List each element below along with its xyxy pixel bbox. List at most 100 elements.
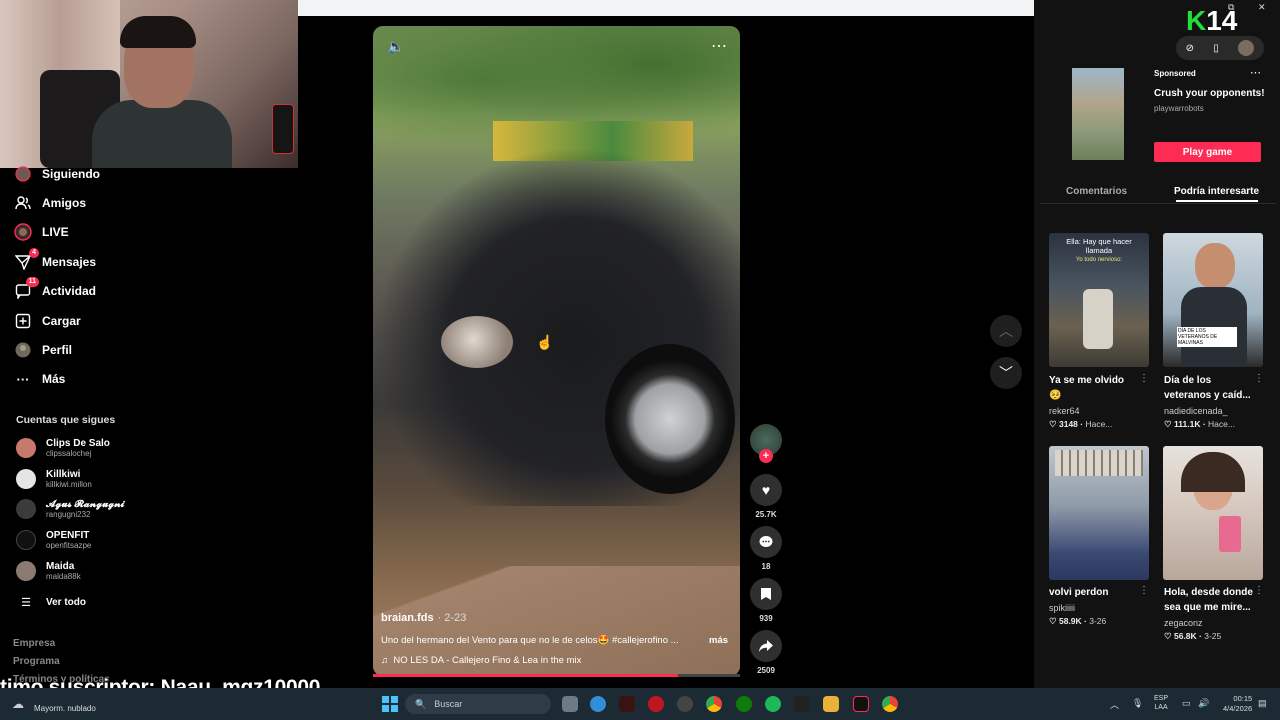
chrome-icon[interactable] <box>706 696 722 712</box>
account-name: 𝓐𝓰𝓾𝓼 𝓡𝓪𝓷𝓰𝓾𝓰𝓷𝓲 <box>46 499 125 510</box>
close-window-icon[interactable]: ✕ <box>1258 2 1266 13</box>
video-progress-bar[interactable] <box>373 674 740 677</box>
microphone-icon[interactable]: 🎙 <box>1132 698 1143 709</box>
capcut-icon[interactable] <box>794 696 810 712</box>
followed-account[interactable]: Maida malda88k <box>16 557 81 585</box>
tab-suggested[interactable]: Podría interesarte <box>1174 186 1259 197</box>
compass-icon[interactable]: ⊘ <box>1186 43 1194 54</box>
file-explorer-icon[interactable] <box>823 696 839 712</box>
taskbar-search[interactable]: 🔍 Buscar <box>405 694 551 714</box>
sidebar-item-upload[interactable]: Cargar <box>14 310 81 332</box>
suggested-thumbnail[interactable]: Ella: Hay que hacer llamada Yo todo nerv… <box>1049 233 1149 367</box>
play-game-button[interactable]: Play game <box>1154 142 1261 162</box>
clock-time: 00:15 <box>1233 694 1253 703</box>
weather-status[interactable]: Mayorm. nublado <box>34 704 96 713</box>
avatar <box>16 469 36 489</box>
heart-outline-icon: ♡ <box>1164 631 1174 641</box>
caption-more-button[interactable]: más <box>709 635 728 646</box>
see-all-link[interactable]: ☰ Ver todo <box>16 588 86 616</box>
windows-start-icon[interactable] <box>382 696 398 712</box>
sidebar-item-following[interactable]: Siguiendo <box>14 163 100 185</box>
tiktok-icon[interactable] <box>853 696 869 712</box>
suggested-thumbnail[interactable] <box>1049 446 1149 580</box>
suggested-title[interactable]: Ya se me olvido 🥺 <box>1049 373 1139 403</box>
followed-account[interactable]: OPENFIT openfitsazpe <box>16 526 91 554</box>
suggested-user[interactable]: spikiiiii <box>1049 603 1075 613</box>
edge-icon[interactable] <box>590 696 606 712</box>
suggested-user[interactable]: zegaconz <box>1164 618 1203 628</box>
next-video-button[interactable]: ﹀ <box>990 357 1022 389</box>
thumbnail-hair <box>1181 452 1245 492</box>
card-options-icon[interactable]: ⋮ <box>1254 373 1264 384</box>
device-icon[interactable]: ▯ <box>1213 43 1219 54</box>
live-icon <box>14 223 32 241</box>
notifications-icon[interactable]: ▤ <box>1258 698 1267 709</box>
sidebar-item-activity[interactable]: 11 Actividad <box>14 277 96 302</box>
activity-icon: 11 <box>14 277 39 300</box>
language-indicator[interactable]: ESP LAA <box>1154 694 1168 712</box>
account-name: OPENFIT <box>46 530 90 541</box>
share-button[interactable]: 2509 <box>750 630 782 675</box>
display-icon[interactable]: ▭ <box>1182 698 1191 709</box>
obs-icon[interactable] <box>677 696 693 712</box>
sidebar-item-more[interactable]: ··· Más <box>14 368 66 390</box>
followed-account[interactable]: Clips De Salo clipssalochej <box>16 434 110 462</box>
volume-icon[interactable]: 🔈 <box>387 38 404 55</box>
ad-thumbnail[interactable] <box>1072 68 1124 160</box>
spotify-icon[interactable] <box>765 696 781 712</box>
user-avatar[interactable] <box>1238 40 1255 56</box>
account-name: Killkiwi <box>46 469 81 480</box>
follow-plus-icon[interactable]: + <box>759 449 773 463</box>
tray-chevron-up-icon[interactable]: ︿ <box>1110 698 1119 711</box>
card-options-icon[interactable]: ⋮ <box>1139 585 1149 596</box>
sidebar-item-live[interactable]: LIVE <box>14 221 69 243</box>
logo-k: K <box>1186 5 1207 36</box>
app-icon[interactable] <box>648 696 664 712</box>
ad-options-icon[interactable]: ⋯ <box>1250 66 1261 79</box>
webcam-microphone <box>272 104 294 154</box>
sidebar-item-messages[interactable]: 4 Mensajes <box>14 248 96 273</box>
taskbar-clock[interactable]: 00:15 4/4/2026 <box>1223 694 1252 714</box>
ad-title: Crush your opponents! <box>1154 88 1265 99</box>
chrome-icon[interactable] <box>882 696 898 712</box>
card-options-icon[interactable]: ⋮ <box>1139 373 1149 384</box>
suggested-thumbnail[interactable]: DÍA DE LOS VETERANOS DE MALVINAS <box>1163 233 1263 367</box>
thumbnail-phone <box>1219 516 1241 552</box>
video-author[interactable]: braian.fds · 2-23 <box>381 612 466 624</box>
activity-badge: 11 <box>25 277 39 287</box>
card-options-icon[interactable]: ⋮ <box>1254 585 1264 596</box>
suggested-title[interactable]: Día de los veteranos y caíd... <box>1164 373 1254 403</box>
thumbnail-text: Ella: Hay que hacer llamada <box>1066 237 1132 255</box>
restore-window-icon[interactable]: ⧉ <box>1228 2 1234 13</box>
video-author-name: braian.fds <box>381 612 434 624</box>
suggested-thumbnail[interactable] <box>1163 446 1263 580</box>
chevron-up-icon: ︿ <box>999 323 1013 339</box>
suggested-title[interactable]: volvi perdon <box>1049 585 1139 600</box>
suggested-title[interactable]: Hola, desde donde sea que me mire... <box>1164 585 1254 615</box>
xbox-icon[interactable] <box>736 696 752 712</box>
video-player[interactable]: 🔈 ⋯ braian.fds · 2-23 Uno del hermano del… <box>373 26 740 676</box>
like-button[interactable]: ♥ 25.7K <box>750 474 782 519</box>
video-options-icon[interactable]: ⋯ <box>711 36 727 56</box>
save-button[interactable]: 939 <box>750 578 782 623</box>
avatar <box>16 530 36 550</box>
friends-icon <box>14 194 32 212</box>
footer-link-program[interactable]: Programa <box>13 656 60 667</box>
suggested-user[interactable]: nadiedicenada_ <box>1164 406 1228 416</box>
tab-comments[interactable]: Comentarios <box>1066 186 1127 197</box>
sidebar-item-profile[interactable]: Perfil <box>14 339 72 361</box>
followed-account[interactable]: 𝓐𝓰𝓾𝓼 𝓡𝓪𝓷𝓰𝓾𝓰𝓷𝓲 rangugni232 <box>16 495 124 523</box>
previous-video-button[interactable]: ︿ <box>990 315 1022 347</box>
app-icon[interactable] <box>619 696 635 712</box>
heart-outline-icon: ♡ <box>1164 419 1174 429</box>
footer-link-company[interactable]: Empresa <box>13 638 55 649</box>
comment-button[interactable]: 18 <box>750 526 782 571</box>
chevron-down-icon: ﹀ <box>999 365 1013 381</box>
volume-icon[interactable]: 🔊 <box>1198 698 1209 709</box>
sidebar-item-friends[interactable]: Amigos <box>14 192 86 214</box>
followed-account[interactable]: Killkiwi killkiwi.millon <box>16 465 92 493</box>
suggested-user[interactable]: reker64 <box>1049 406 1080 416</box>
video-music[interactable]: ♫ NO LES DA - Callejero Fino & Lea in th… <box>381 655 581 666</box>
profile-icon <box>14 341 32 359</box>
task-view-icon[interactable] <box>562 696 578 712</box>
